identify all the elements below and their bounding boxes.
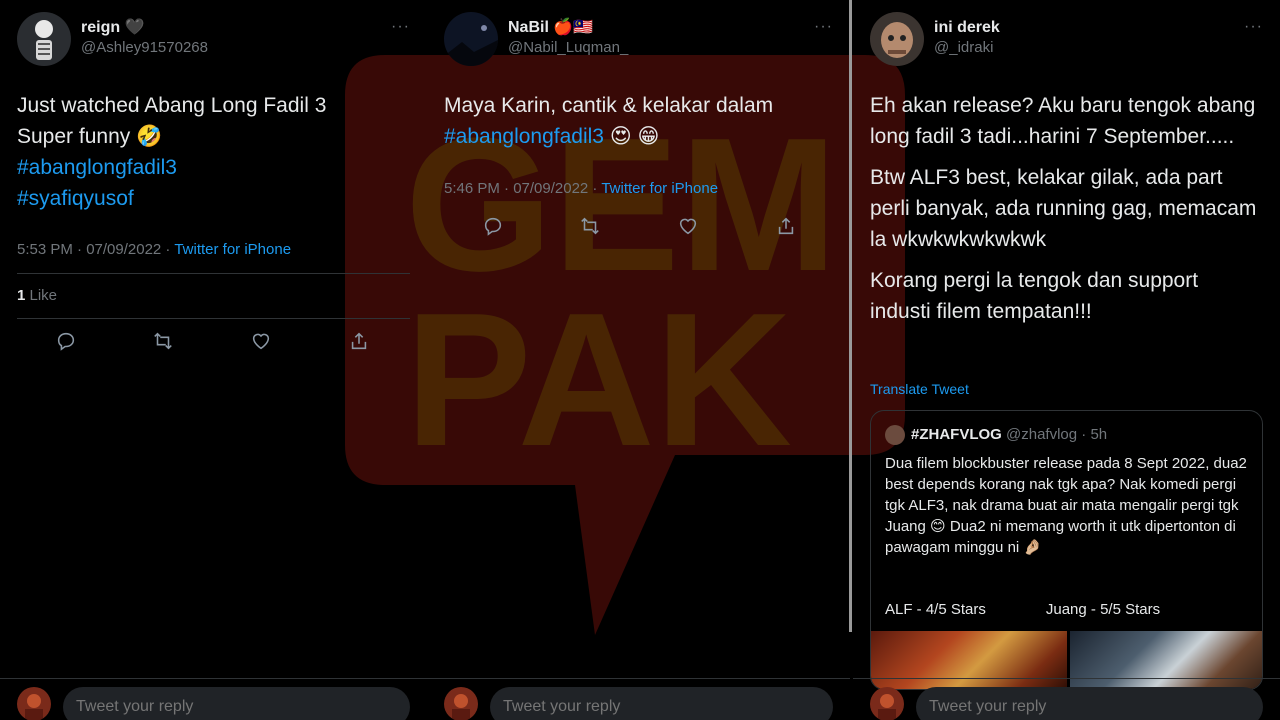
tweet-text-line: Maya Karin, cantik & kelakar dalam: [444, 94, 774, 117]
display-name[interactable]: NaBil 🍎🇲🇾: [508, 18, 628, 38]
reply-icon[interactable]: [55, 330, 79, 354]
share-icon[interactable]: [348, 330, 372, 354]
tweet-actions: [17, 330, 407, 354]
reply-input[interactable]: [916, 687, 1263, 720]
timestamp-text: 5:53 PM · 07/09/2022 ·: [17, 241, 175, 258]
source-link[interactable]: Twitter for iPhone: [601, 180, 718, 197]
tweet-text-line: Just watched Abang Long Fadil 3: [17, 94, 327, 117]
likes-label: Like: [25, 287, 58, 304]
tweet-header: reign 🖤 @Ashley91570268 ···: [17, 12, 410, 66]
tweet-paragraph: Btw ALF3 best, kelakar gilak, ada part p…: [870, 166, 1257, 251]
more-options-icon[interactable]: ···: [814, 18, 833, 36]
quote-avatar: [885, 425, 905, 445]
more-options-icon[interactable]: ···: [391, 18, 410, 36]
like-icon[interactable]: [250, 330, 274, 354]
tweet-paragraph: Korang pergi la tengok dan support indus…: [870, 269, 1199, 323]
reply-avatar: [870, 687, 904, 720]
tweet-actions: [444, 215, 834, 239]
tweet-text: Maya Karin, cantik & kelakar dalam #aban…: [444, 90, 833, 152]
reply-avatar: [17, 687, 51, 720]
tweet-header: NaBil 🍎🇲🇾 @Nabil_Luqman_ ···: [444, 12, 833, 66]
reply-input[interactable]: [63, 687, 410, 720]
display-name[interactable]: ini derek: [934, 18, 1000, 38]
reply-icon[interactable]: [482, 215, 506, 239]
timestamp-text: 5:46 PM · 07/09/2022 ·: [444, 180, 602, 197]
quoted-tweet[interactable]: #ZHAFVLOG @zhafvlog · 5h Dua filem block…: [870, 410, 1263, 690]
tweet-text: Just watched Abang Long Fadil 3 Super fu…: [17, 90, 410, 214]
emoji-text: 😍 😁: [603, 125, 660, 148]
tweet-panel-2: NaBil 🍎🇲🇾 @Nabil_Luqman_ ··· Maya Karin,…: [427, 0, 850, 720]
divider: [17, 318, 410, 319]
retweet-icon[interactable]: [579, 215, 603, 239]
share-icon[interactable]: [775, 215, 799, 239]
hashtag-link[interactable]: #abanglongfadil3: [17, 152, 410, 183]
rating-juang: Juang - 5/5 Stars: [1045, 601, 1161, 618]
tweet-panel-3: ini derek @_idraki ··· Eh akan release? …: [853, 0, 1280, 720]
quote-ratings: ALF - 4/5 Stars Juang - 5/5 Stars: [885, 601, 1220, 618]
reply-bar: [427, 678, 850, 720]
hashtag-link[interactable]: #abanglongfadil3: [444, 125, 604, 148]
translate-tweet-link[interactable]: Translate Tweet: [870, 381, 969, 397]
user-handle[interactable]: @Ashley91570268: [81, 38, 208, 58]
tweet-timestamp: 5:53 PM · 07/09/2022 · Twitter for iPhon…: [17, 241, 291, 258]
quote-text: Dua filem blockbuster release pada 8 Sep…: [885, 455, 1247, 556]
display-name[interactable]: reign 🖤: [81, 18, 208, 38]
retweet-icon[interactable]: [152, 330, 176, 354]
tweet-text: Eh akan release? Aku baru tengok abang l…: [870, 90, 1260, 337]
avatar[interactable]: [870, 12, 924, 66]
panel-divider: [849, 0, 852, 632]
divider: [17, 273, 410, 274]
reply-avatar: [444, 687, 478, 720]
tweet-text-line: Super funny 🤣: [17, 125, 163, 148]
user-handle[interactable]: @_idraki: [934, 38, 1000, 58]
rating-alf: ALF - 4/5 Stars: [885, 601, 986, 618]
source-link[interactable]: Twitter for iPhone: [174, 241, 291, 258]
tweet-timestamp: 5:46 PM · 07/09/2022 · Twitter for iPhon…: [444, 180, 718, 197]
likes-count[interactable]: 1 Like: [17, 287, 57, 304]
hashtag-link[interactable]: #syafiqyusof: [17, 183, 410, 214]
reply-bar: [0, 678, 427, 720]
quote-handle: @zhafvlog · 5h: [1006, 425, 1108, 443]
reply-bar: [853, 678, 1280, 720]
tweet-panel-1: reign 🖤 @Ashley91570268 ··· Just watched…: [0, 0, 427, 720]
more-options-icon[interactable]: ···: [1244, 18, 1263, 36]
avatar[interactable]: [17, 12, 71, 66]
quote-display-name: #ZHAFVLOG: [911, 425, 1002, 443]
quote-header: #ZHAFVLOG @zhafvlog · 5h: [885, 425, 1107, 445]
reply-input[interactable]: [490, 687, 833, 720]
like-icon[interactable]: [677, 215, 701, 239]
tweet-paragraph: Eh akan release? Aku baru tengok abang l…: [870, 94, 1256, 148]
user-handle[interactable]: @Nabil_Luqman_: [508, 38, 628, 58]
tweet-header: ini derek @_idraki ···: [870, 12, 1263, 66]
avatar[interactable]: [444, 12, 498, 66]
